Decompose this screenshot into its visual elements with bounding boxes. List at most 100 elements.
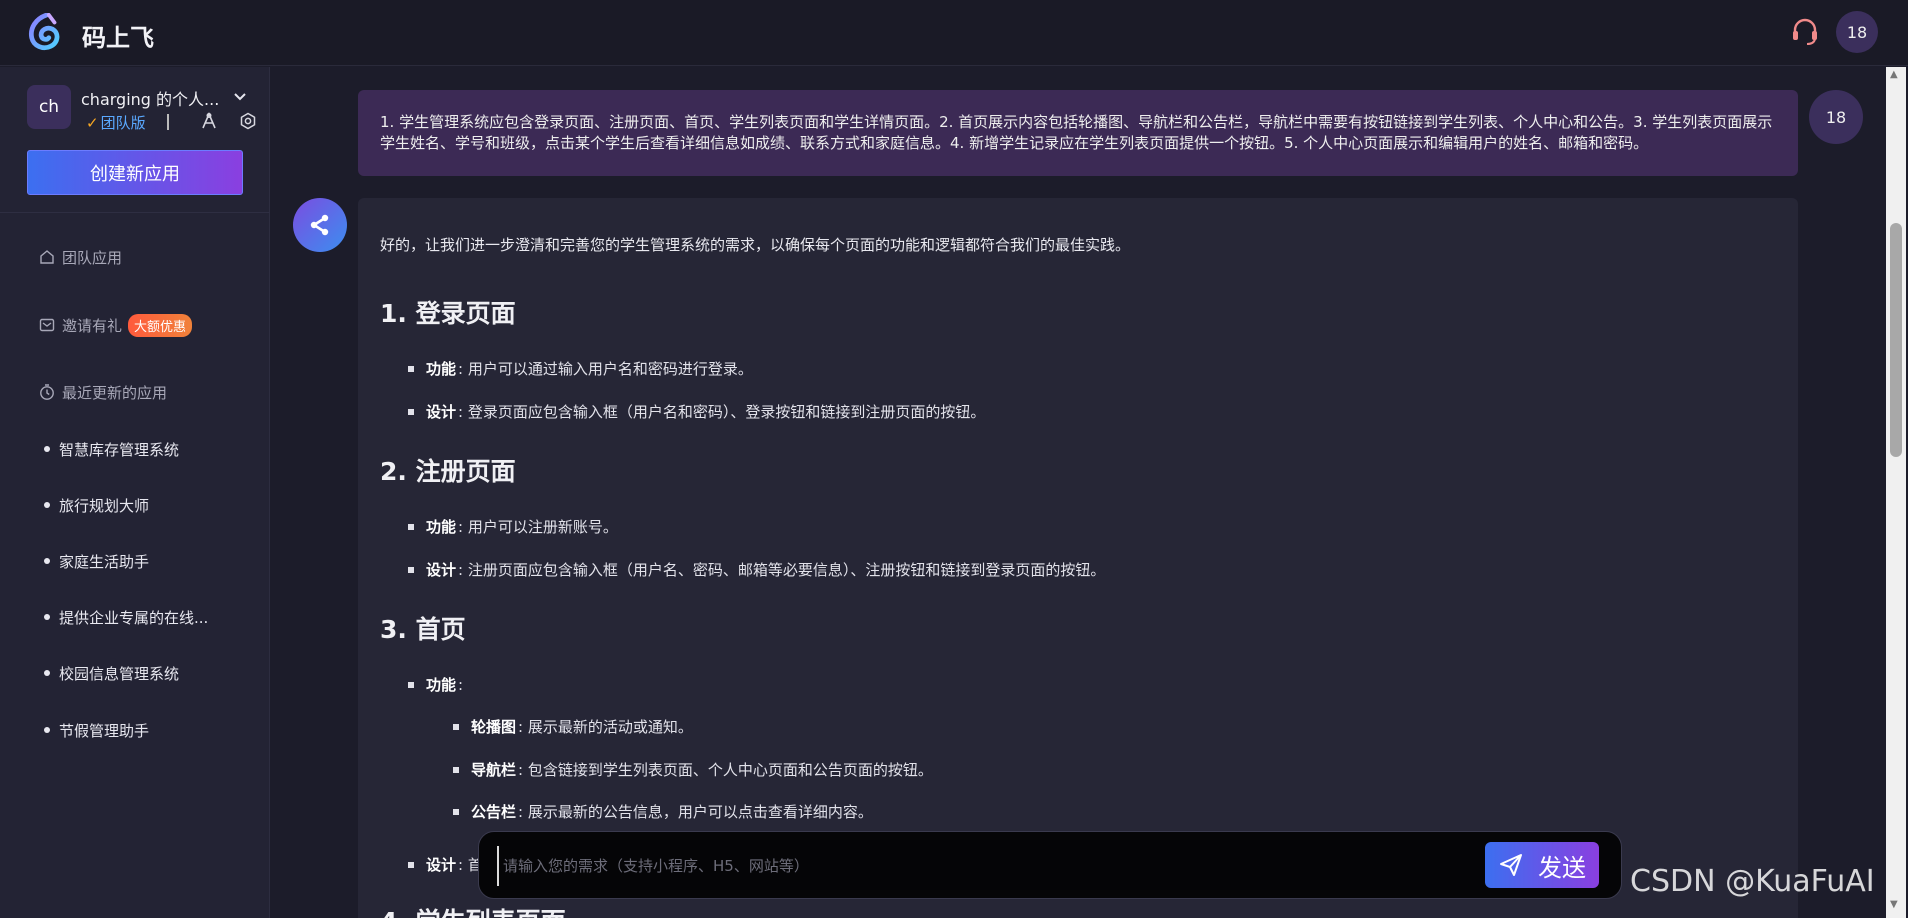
list-item-text: : 展示最新的活动或通知。 (518, 718, 693, 736)
section-heading: 2. 注册页面 (380, 457, 516, 486)
bullet-square (408, 861, 414, 868)
bullet-dot (44, 614, 50, 620)
recent-app-label: 节假管理助手 (59, 721, 150, 740)
user-message-bubble: 1. 学生管理系统应包含登录页面、注册页面、首页、学生列表页面和学生详情页面。2… (358, 90, 1798, 176)
list-item: 功能: (408, 674, 463, 695)
list-item-text: : 用户可以注册新账号。 (458, 518, 618, 536)
bullet-square (453, 808, 459, 815)
clock-icon (40, 384, 54, 400)
sidebar-item-label: 团队应用 (62, 248, 123, 267)
scrollbar-thumb[interactable] (1890, 223, 1902, 457)
list-item: 功能: 用户可以注册新账号。 (408, 516, 618, 537)
sidebar-item-invite[interactable]: 邀请有礼 大额优惠 (38, 313, 193, 337)
list-item-text: : 注册页面应包含输入框（用户名、密码、邮箱等必要信息）、注册按钮和链接到登录页… (458, 561, 1106, 579)
list-item-label: 功能 (426, 676, 457, 694)
workspace-avatar[interactable]: ch (27, 85, 71, 129)
settings-gear-icon[interactable] (239, 112, 257, 130)
list-item: 设计: 注册页面应包含输入框（用户名、密码、邮箱等必要信息）、注册按钮和链接到登… (408, 559, 1105, 580)
workspace-name[interactable]: charging 的个人... (81, 86, 219, 110)
gift-icon (39, 318, 55, 332)
send-button[interactable]: 发送 (1485, 842, 1599, 888)
bullet-dot (44, 502, 50, 508)
section-heading: 1. 登录页面 (380, 299, 516, 328)
list-item-label: 公告栏 (471, 803, 517, 821)
bullet-square (408, 365, 414, 372)
sidebar-item-team-apps[interactable]: 团队应用 (38, 245, 122, 269)
user-message-avatar: 18 (1809, 90, 1863, 144)
bullet-dot (44, 446, 50, 452)
check-icon: ✓ (86, 114, 99, 132)
recent-app-label: 智慧库存管理系统 (59, 440, 180, 459)
list-item-text: : 用户可以通过输入用户名和密码进行登录。 (458, 360, 753, 378)
paper-plane-icon (1500, 854, 1522, 876)
assistant-message-bubble: 好的，让我们进一步澄清和完善您的学生管理系统的需求，以确保每个页面的功能和逻辑都… (358, 198, 1798, 918)
bullet-square (408, 681, 414, 688)
recent-app-label: 家庭生活助手 (59, 552, 150, 571)
sidebar-item-label: 邀请有礼 (62, 316, 123, 335)
brand-name: 码上飞 (82, 24, 154, 52)
team-edition-label: 团队版 (100, 114, 146, 132)
list-item-text: : 展示最新的公告信息，用户可以点击查看详细内容。 (518, 803, 873, 821)
list-item-label: 导航栏 (471, 761, 517, 779)
list-item-text: : 登录页面应包含输入框（用户名和密码）、登录按钮和链接到注册页面的按钮。 (458, 403, 986, 421)
sub-list-item: 轮播图: 展示最新的活动或通知。 (453, 716, 693, 737)
list-item-text: : (458, 675, 464, 694)
assistant-intro-text: 好的，让我们进一步澄清和完善您的学生管理系统的需求，以确保每个页面的功能和逻辑都… (380, 236, 1131, 254)
prompt-input[interactable] (497, 846, 1457, 886)
list-item-text: : 包含链接到学生列表页面、个人中心页面和公告页面的按钮。 (518, 761, 933, 779)
list-item-label: 轮播图 (471, 718, 517, 736)
list-item-label: 功能 (426, 360, 457, 378)
bullet-square (408, 408, 414, 415)
prompt-input-bar: 发送 (478, 831, 1622, 899)
share-nodes-icon (310, 214, 329, 236)
section-heading: 4. 学生列表页面 (380, 902, 566, 918)
scroll-down-arrow-icon[interactable]: ▼ (1890, 899, 1898, 910)
list-item: 设计: 首 (408, 854, 483, 875)
recent-app-item[interactable]: 智慧库存管理系统 (44, 437, 179, 461)
recent-app-item[interactable]: 旅行规划大师 (44, 493, 149, 517)
sidebar: ch charging 的个人... ✓ 团队版 创建新应用 团队应用 邀请有礼 … (0, 67, 270, 918)
recent-app-item[interactable]: 节假管理助手 (44, 718, 149, 742)
chevron-down-icon[interactable] (232, 89, 248, 105)
bullet-dot (44, 670, 50, 676)
bullet-square (408, 566, 414, 573)
promo-badge: 大额优惠 (128, 313, 193, 337)
create-new-app-button[interactable]: 创建新应用 (27, 150, 243, 195)
assistant-avatar (293, 198, 347, 252)
user-avatar[interactable]: 18 (1836, 11, 1878, 53)
bullet-square (453, 723, 459, 730)
scroll-up-arrow-icon[interactable]: ▲ (1890, 69, 1898, 80)
sidebar-item-label: 最近更新的应用 (62, 383, 168, 402)
recent-app-item[interactable]: 校园信息管理系统 (44, 661, 179, 685)
list-item-label: 设计 (426, 403, 457, 421)
list-item-label: 设计 (426, 561, 457, 579)
bullet-dot (44, 727, 50, 733)
list-item-label: 功能 (426, 518, 457, 536)
list-item-label: 设计 (426, 856, 457, 874)
bullet-square (408, 523, 414, 530)
top-header: 码上飞 18 (0, 0, 1908, 66)
recent-app-label: 校园信息管理系统 (59, 664, 180, 683)
list-item: 设计: 登录页面应包含输入框（用户名和密码）、登录按钮和链接到注册页面的按钮。 (408, 401, 985, 422)
divider (167, 114, 169, 130)
divider (0, 212, 270, 213)
sidebar-item-recent-apps[interactable]: 最近更新的应用 (38, 380, 167, 404)
watermark-text: CSDN @KuaFuAI (1630, 864, 1875, 899)
send-button-label: 发送 (1538, 853, 1586, 882)
scrollbar[interactable]: ▲ ▼ (1886, 67, 1906, 918)
home-icon (40, 250, 54, 264)
list-item: 功能: 用户可以通过输入用户名和密码进行登录。 (408, 358, 753, 379)
team-edition-badge: ✓ 团队版 (86, 112, 146, 133)
recent-app-label: 旅行规划大师 (59, 496, 150, 515)
members-icon[interactable] (200, 112, 218, 130)
recent-app-label: 提供企业专属的在线... (59, 608, 209, 627)
recent-app-item[interactable]: 提供企业专属的在线... (44, 605, 208, 629)
sub-list-item: 公告栏: 展示最新的公告信息，用户可以点击查看详细内容。 (453, 801, 873, 822)
bullet-square (453, 766, 459, 773)
sub-list-item: 导航栏: 包含链接到学生列表页面、个人中心页面和公告页面的按钮。 (453, 759, 933, 780)
bullet-dot (44, 558, 50, 564)
logo-icon[interactable] (26, 13, 64, 51)
recent-app-item[interactable]: 家庭生活助手 (44, 549, 149, 573)
section-heading: 3. 首页 (380, 615, 466, 644)
headset-support-icon[interactable] (1790, 17, 1820, 47)
